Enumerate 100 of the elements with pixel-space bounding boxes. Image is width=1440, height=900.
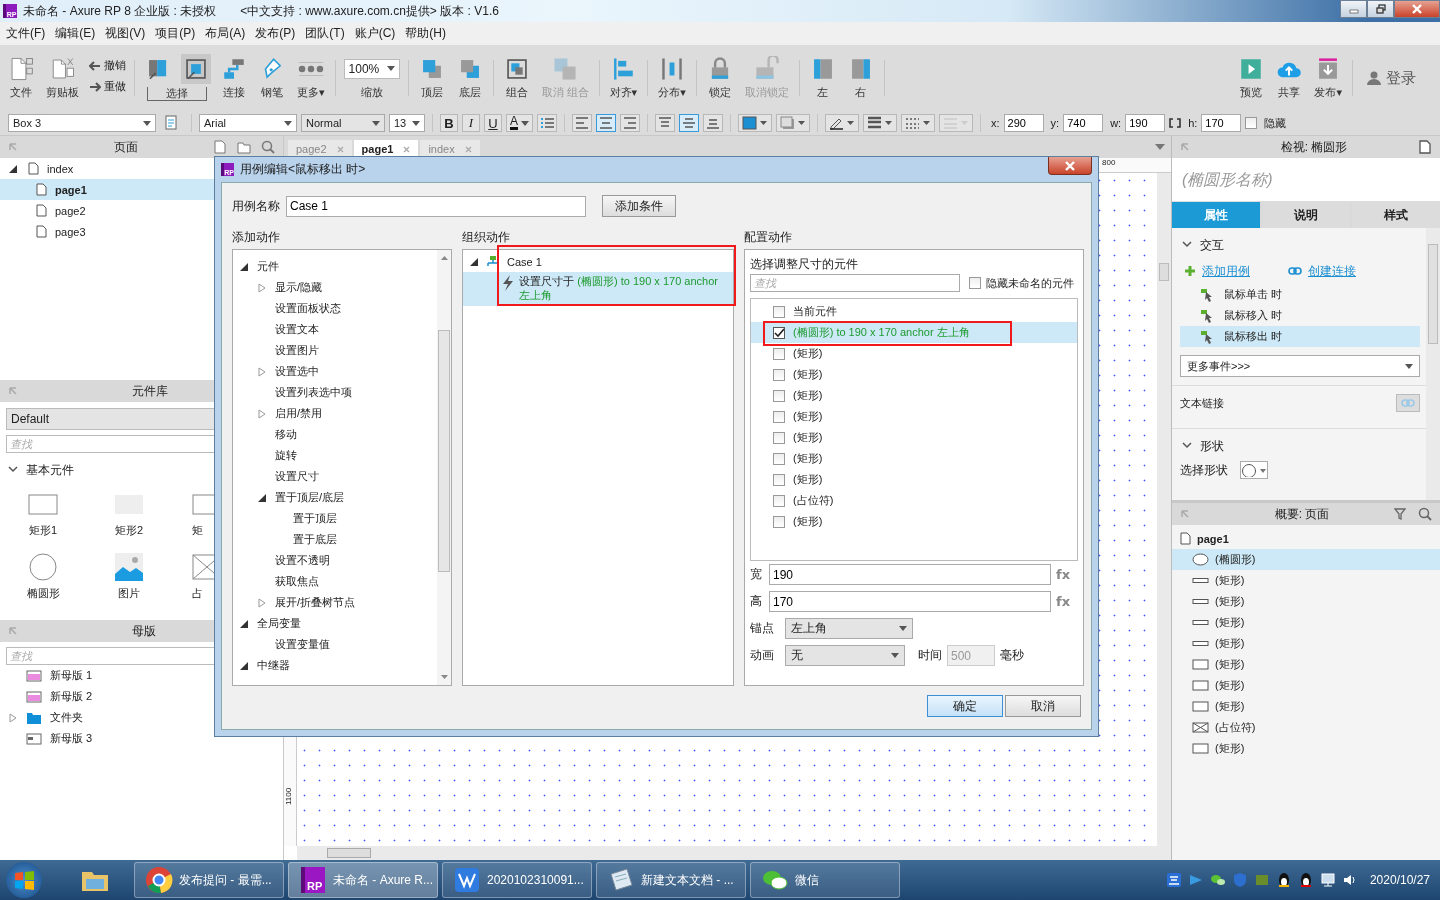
- shape-dropdown[interactable]: [1240, 461, 1268, 479]
- speaker-icon[interactable]: [1341, 872, 1358, 888]
- chat-tray-icon[interactable]: [1209, 872, 1226, 888]
- collapse-arrow-icon[interactable]: [8, 142, 18, 152]
- tree-toggle-icon[interactable]: [257, 282, 267, 293]
- underline-button[interactable]: U: [484, 114, 502, 132]
- widget-list-item[interactable]: (占位符): [751, 490, 1077, 511]
- toolbar-button[interactable]: 文件: [6, 54, 36, 102]
- widget-list-item[interactable]: (矩形): [751, 406, 1077, 427]
- more-events-dropdown[interactable]: 更多事件>>>: [1180, 355, 1420, 377]
- input-method-icon[interactable]: [1165, 872, 1182, 888]
- minimize-button[interactable]: [1340, 0, 1367, 18]
- widget-checkbox[interactable]: [773, 431, 785, 444]
- scroll-up-icon[interactable]: [440, 256, 448, 260]
- action-item[interactable]: 设置尺寸于 (椭圆形) to 190 x 170 anchor 左上角: [463, 272, 733, 306]
- outline-item[interactable]: (矩形): [1172, 654, 1440, 675]
- widget-checkbox[interactable]: [773, 515, 785, 528]
- vertical-align-button[interactable]: [655, 114, 675, 132]
- caret-icon[interactable]: [1155, 144, 1165, 150]
- collapse-arrow-icon[interactable]: [1180, 142, 1190, 152]
- toolbar-button[interactable]: 剪贴板: [44, 54, 81, 102]
- font-style-dropdown[interactable]: Normal: [301, 114, 385, 132]
- line-color-button[interactable]: [825, 114, 859, 132]
- toolbar-button[interactable]: 共享: [1274, 54, 1305, 102]
- widget-checkbox[interactable]: [773, 452, 785, 465]
- widget-item[interactable]: 图片: [86, 552, 172, 601]
- tree-toggle-icon[interactable]: [257, 408, 267, 419]
- filter-icon[interactable]: [1394, 507, 1408, 521]
- fx-button[interactable]: fx: [1056, 594, 1071, 609]
- menu-item[interactable]: 编辑(E): [51, 25, 102, 42]
- width-field[interactable]: 190: [1125, 114, 1166, 132]
- widget-item[interactable]: 椭圆形: [0, 552, 86, 601]
- toolbar-button[interactable]: 预览: [1236, 54, 1267, 102]
- widget-name-dropdown[interactable]: Box 3: [8, 114, 156, 132]
- x-field[interactable]: 290: [1003, 114, 1044, 132]
- line-style-button[interactable]: [901, 114, 935, 132]
- widget-checkbox[interactable]: [773, 326, 785, 339]
- widget-list-item[interactable]: 当前元件: [751, 301, 1077, 322]
- action-tree-item[interactable]: 设置文本: [233, 319, 437, 340]
- font-dropdown[interactable]: Arial: [199, 114, 297, 132]
- menu-item[interactable]: 帮助(H): [401, 25, 452, 42]
- taskbar-button[interactable]: RP 未命名 - Axure R...: [288, 862, 438, 898]
- menu-item[interactable]: 文件(F): [2, 25, 52, 42]
- toolbar-button[interactable]: 左: [807, 54, 838, 102]
- widget-list-item[interactable]: (矩形): [751, 511, 1077, 532]
- toolbar-button[interactable]: 右: [845, 54, 876, 102]
- fx-button[interactable]: fx: [1056, 567, 1071, 582]
- undo-button[interactable]: 撤销: [89, 58, 126, 73]
- action-tree-item[interactable]: 显示/隐藏: [233, 277, 437, 298]
- outline-item[interactable]: (矩形): [1172, 591, 1440, 612]
- height-field[interactable]: 170: [769, 591, 1051, 612]
- y-field[interactable]: 740: [1063, 114, 1104, 132]
- event-item[interactable]: 鼠标移出 时: [1180, 326, 1420, 347]
- tree-toggle-icon[interactable]: [8, 163, 18, 174]
- redo-button[interactable]: 重做: [89, 79, 126, 94]
- action-tree-item[interactable]: 设置图片: [233, 340, 437, 361]
- widget-item[interactable]: 矩形2: [86, 489, 172, 538]
- event-item[interactable]: 鼠标移入 时: [1180, 305, 1420, 326]
- shadow-button[interactable]: [776, 114, 810, 132]
- tree-toggle-icon[interactable]: [469, 257, 479, 267]
- widget-list-item[interactable]: (矩形): [751, 469, 1077, 490]
- action-tree-item[interactable]: 全局变量: [233, 613, 437, 634]
- taskbar-button[interactable]: 发布提问 - 最需...: [134, 862, 284, 898]
- action-tree-item[interactable]: 展开/折叠树节点: [233, 592, 437, 613]
- menu-item[interactable]: 视图(V): [101, 25, 152, 42]
- toolbar-button[interactable]: 发布▾: [1312, 54, 1344, 102]
- vertical-align-button[interactable]: [679, 114, 699, 132]
- search-icon[interactable]: [261, 140, 275, 154]
- widget-checkbox[interactable]: [773, 347, 785, 360]
- text-align-button[interactable]: [620, 114, 640, 132]
- toolbar-button[interactable]: 底层: [454, 54, 485, 102]
- font-size-dropdown[interactable]: 13: [389, 114, 425, 132]
- action-tree-item[interactable]: 获取焦点: [233, 571, 437, 592]
- section-header[interactable]: 交互: [1180, 232, 1420, 258]
- widget-checkbox[interactable]: [773, 473, 785, 486]
- outline-item[interactable]: (矩形): [1172, 675, 1440, 696]
- tree-toggle-icon[interactable]: [239, 261, 249, 272]
- animation-dropdown[interactable]: 无: [785, 645, 905, 666]
- close-button[interactable]: [1394, 0, 1440, 18]
- hide-unnamed-checkbox[interactable]: [969, 277, 981, 289]
- toolbar-button[interactable]: 顶层: [416, 54, 447, 102]
- menu-item[interactable]: 项目(P): [151, 25, 202, 42]
- tree-toggle-icon[interactable]: [257, 366, 267, 377]
- master-item[interactable]: 新母版 2: [0, 686, 283, 707]
- aspect-lock-icon[interactable]: [1169, 118, 1182, 128]
- dialog-button[interactable]: 取消: [1005, 695, 1081, 717]
- search-icon[interactable]: [1418, 507, 1432, 521]
- section-header[interactable]: 形状: [1180, 433, 1420, 459]
- close-icon[interactable]: [464, 145, 472, 153]
- master-item[interactable]: 文件夹: [0, 707, 283, 728]
- widget-item[interactable]: 矩形1: [0, 489, 86, 538]
- widget-checkbox[interactable]: [773, 305, 785, 318]
- anchor-dropdown[interactable]: 左上角: [785, 618, 913, 639]
- tree-toggle-icon[interactable]: [239, 618, 249, 629]
- select-mode-button[interactable]: [181, 54, 211, 84]
- vertical-scrollbar[interactable]: [437, 250, 451, 685]
- widget-checkbox[interactable]: [773, 494, 785, 507]
- tree-toggle-icon[interactable]: [257, 597, 267, 608]
- outline-item[interactable]: (占位符): [1172, 717, 1440, 738]
- hidden-checkbox[interactable]: [1245, 117, 1258, 129]
